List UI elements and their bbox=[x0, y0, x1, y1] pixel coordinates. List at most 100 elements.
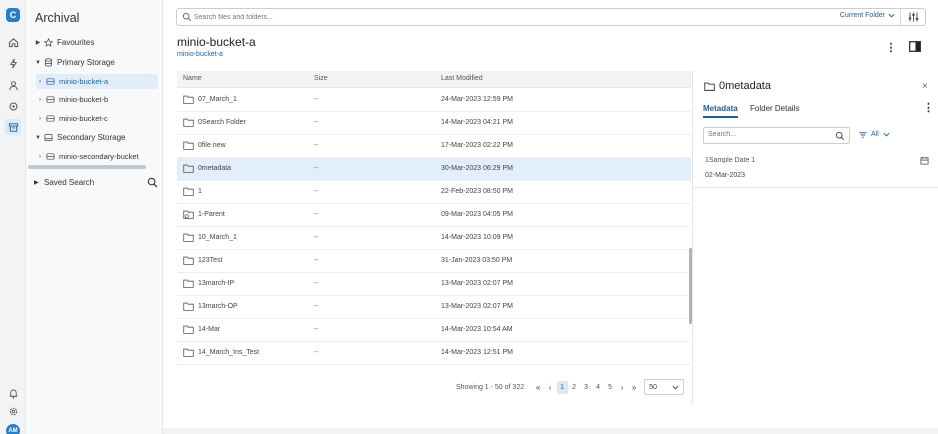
cell-name[interactable]: 0metadata bbox=[198, 165, 231, 172]
table-row[interactable]: 07_March_1 -- 24-Mar-2023 12:59 PM bbox=[177, 89, 691, 112]
cell-name[interactable]: 13march-OP bbox=[198, 303, 238, 310]
metadata-search bbox=[703, 127, 850, 144]
search-icon bbox=[182, 12, 192, 22]
tree-primary-storage[interactable]: ▼ Primary Storage bbox=[34, 55, 115, 70]
page-button-4[interactable]: 4 bbox=[593, 381, 604, 394]
calendar-icon[interactable] bbox=[920, 156, 929, 165]
cell-last-modified: 30-Mar-2023 06:29 PM bbox=[441, 165, 513, 172]
cell-last-modified: 14-Mar-2023 10:54 AM bbox=[441, 326, 513, 333]
table-row[interactable]: 14-Mar -- 14-Mar-2023 10:54 AM bbox=[177, 319, 691, 342]
table-row[interactable]: 1 -- 22-Feb-2023 08:50 PM bbox=[177, 181, 691, 204]
cell-name[interactable]: 14-Mar bbox=[198, 326, 220, 333]
details-panel-toggle-button[interactable] bbox=[906, 39, 924, 54]
cell-size: -- bbox=[314, 234, 319, 241]
tree-label: Saved Search bbox=[44, 178, 95, 187]
caret-down-icon[interactable]: ▼ bbox=[34, 135, 42, 141]
table-row[interactable]: 0metadata -- 30-Mar-2023 06:29 PM bbox=[177, 158, 691, 181]
cell-name[interactable]: 13march-IP bbox=[198, 280, 234, 287]
tree-saved-search[interactable]: ▶ Saved Search bbox=[34, 175, 158, 190]
search-input[interactable] bbox=[194, 11, 794, 23]
page-button-2[interactable]: 2 bbox=[569, 381, 580, 394]
app-logo[interactable]: C bbox=[6, 8, 20, 22]
cell-name[interactable]: 10_March_1 bbox=[198, 234, 237, 241]
next-page-button[interactable]: › bbox=[617, 381, 628, 394]
search-icon[interactable] bbox=[147, 177, 158, 188]
table-row[interactable]: 10_March_1 -- 14-Mar-2023 10:09 PM bbox=[177, 227, 691, 250]
star-icon bbox=[44, 38, 53, 47]
settings-icon[interactable] bbox=[5, 403, 21, 419]
bolt-icon[interactable] bbox=[5, 55, 21, 71]
cell-name[interactable]: 14_March_Ins_Test bbox=[198, 349, 259, 356]
bucket-icon bbox=[46, 115, 55, 122]
page-size-select[interactable]: 50 bbox=[644, 379, 685, 395]
tab-metadata[interactable]: Metadata bbox=[703, 104, 738, 113]
cell-size: -- bbox=[314, 142, 319, 149]
cell-size: -- bbox=[314, 303, 319, 310]
caret-right-icon[interactable]: ▶ bbox=[34, 179, 42, 186]
caret-right-icon[interactable]: › bbox=[36, 97, 44, 103]
table-row[interactable]: 13march-IP -- 13-Mar-2023 02:07 PM bbox=[177, 273, 691, 296]
tree-bucket-c[interactable]: › minio-bucket-c bbox=[36, 111, 108, 126]
cell-name[interactable]: 0Search Folder bbox=[198, 119, 246, 126]
caret-right-icon[interactable]: ▶ bbox=[34, 39, 42, 46]
gear-icon[interactable] bbox=[5, 98, 21, 114]
column-header-name[interactable]: Name bbox=[183, 75, 202, 82]
caret-right-icon[interactable]: › bbox=[36, 154, 44, 160]
folder-icon bbox=[183, 233, 194, 242]
search-scope-dropdown[interactable]: Current Folder bbox=[840, 12, 895, 19]
cell-last-modified: 09-Mar-2023 04:05 PM bbox=[441, 211, 513, 218]
cell-last-modified: 14-Mar-2023 12:51 PM bbox=[441, 349, 513, 356]
table-row[interactable]: 0Search Folder -- 14-Mar-2023 04:21 PM bbox=[177, 112, 691, 135]
tab-folder-details[interactable]: Folder Details bbox=[750, 104, 799, 113]
bell-icon[interactable] bbox=[5, 385, 21, 401]
cell-name[interactable]: 123Test bbox=[198, 257, 223, 264]
cell-name[interactable]: 0file new bbox=[198, 142, 226, 149]
cell-last-modified: 24-Mar-2023 12:59 PM bbox=[441, 96, 513, 103]
breadcrumb[interactable]: minio-bucket-a bbox=[177, 51, 223, 58]
archive-icon[interactable] bbox=[5, 119, 21, 135]
caret-right-icon[interactable]: › bbox=[36, 79, 44, 85]
home-icon[interactable] bbox=[5, 34, 21, 50]
cell-name[interactable]: 1-Parent bbox=[198, 211, 225, 218]
folder-icon bbox=[183, 325, 194, 334]
more-options-icon[interactable]: ⋮ bbox=[923, 101, 934, 114]
close-icon[interactable]: × bbox=[922, 81, 928, 92]
metadata-filter-dropdown[interactable]: All bbox=[859, 131, 894, 138]
caret-down-icon[interactable]: ▼ bbox=[34, 60, 42, 66]
page-button-3[interactable]: 3 bbox=[581, 381, 592, 394]
first-page-button[interactable]: « bbox=[533, 381, 544, 394]
users-icon[interactable] bbox=[5, 77, 21, 93]
bucket-icon bbox=[46, 153, 55, 160]
search-icon[interactable] bbox=[835, 131, 845, 141]
column-header-modified[interactable]: Last Modified bbox=[441, 75, 483, 82]
tree-secondary-bucket[interactable]: › minio-secondary-bucket bbox=[36, 149, 139, 164]
sidebar-scrollbar[interactable] bbox=[28, 165, 146, 169]
avatar[interactable]: AM bbox=[6, 424, 20, 434]
cell-name[interactable]: 07_March_1 bbox=[198, 96, 237, 103]
column-header-size[interactable]: Size bbox=[314, 75, 328, 82]
more-options-icon[interactable]: ⋮ bbox=[886, 40, 897, 54]
page-button-5[interactable]: 5 bbox=[605, 381, 616, 394]
table-row[interactable]: 123Test -- 31-Jan-2023 03:50 PM bbox=[177, 250, 691, 273]
chevron-down-icon bbox=[672, 385, 679, 389]
folder-icon bbox=[183, 348, 194, 357]
filter-settings-button[interactable] bbox=[906, 11, 920, 23]
table-row[interactable]: 14_March_Ins_Test -- 14-Mar-2023 12:51 PM bbox=[177, 342, 691, 365]
tree-bucket-a[interactable]: › minio-bucket-a bbox=[36, 74, 158, 89]
table-row[interactable]: 1-Parent -- 09-Mar-2023 04:05 PM bbox=[177, 204, 691, 227]
pagination: Showing 1 - 50 of 322 « ‹ 1 2 3 4 5 › » … bbox=[456, 378, 685, 396]
table-row[interactable]: 13march-OP -- 13-Mar-2023 02:07 PM bbox=[177, 296, 691, 319]
tree-sidebar: Archival ▶ Favourites ▼ Primary Storage … bbox=[26, 0, 163, 434]
last-page-button[interactable]: » bbox=[629, 381, 640, 394]
tree-label: minio-bucket-b bbox=[59, 95, 109, 104]
table-row[interactable]: 0file new -- 17-Mar-2023 02:22 PM bbox=[177, 135, 691, 158]
tree-secondary-storage[interactable]: ▼ Secondary Storage bbox=[34, 130, 125, 145]
page-button-1[interactable]: 1 bbox=[556, 380, 568, 394]
metadata-field-label: 1Sample Date 1 bbox=[705, 157, 756, 164]
prev-page-button[interactable]: ‹ bbox=[545, 381, 556, 394]
cell-name[interactable]: 1 bbox=[198, 188, 202, 195]
tree-favourites[interactable]: ▶ Favourites bbox=[34, 35, 94, 50]
caret-right-icon[interactable]: › bbox=[36, 116, 44, 122]
tree-bucket-b[interactable]: › minio-bucket-b bbox=[36, 92, 108, 107]
metadata-search-input[interactable] bbox=[708, 131, 833, 138]
